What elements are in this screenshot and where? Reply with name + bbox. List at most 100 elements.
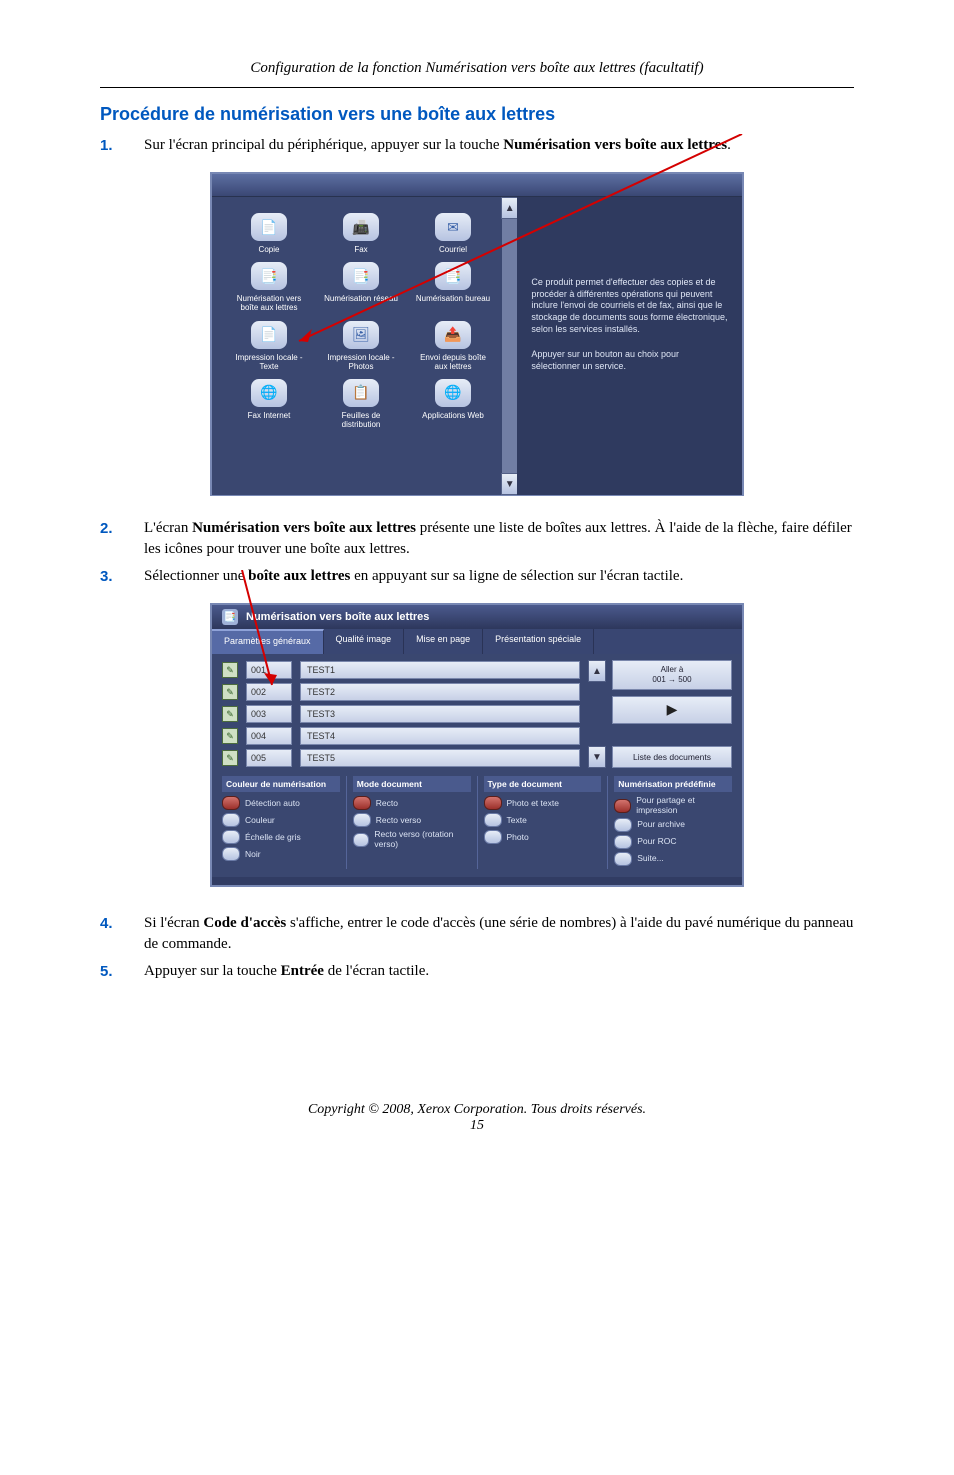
option-button[interactable]: Pour ROC	[614, 835, 732, 849]
option-button[interactable]: Photo	[484, 830, 602, 844]
tab[interactable]: Qualité image	[324, 629, 405, 654]
mailbox-number: 003	[246, 705, 292, 723]
mailbox-icon: ✎	[222, 684, 238, 700]
option-label: Couleur	[245, 816, 275, 825]
service-icon: 📑	[251, 262, 287, 290]
service-button[interactable]: 📤Envoi depuis boîte aux lettres	[414, 321, 492, 371]
mailbox-row[interactable]: ✎005TEST5	[222, 748, 580, 768]
scrollbar[interactable]: ▲ ▼	[502, 197, 517, 495]
option-label: Échelle de gris	[245, 833, 301, 842]
service-icon: 📋	[343, 379, 379, 407]
option-button[interactable]: Photo et texte	[484, 796, 602, 810]
mailbox-list-area: ✎001TEST1✎002TEST2✎003TEST3✎004TEST4✎005…	[212, 654, 742, 772]
tab[interactable]: Présentation spéciale	[483, 629, 594, 654]
service-icon: ✉	[435, 213, 471, 241]
option-button[interactable]: Couleur	[222, 813, 340, 827]
mailbox-number: 001	[246, 661, 292, 679]
option-label: Recto verso (rotation verso)	[374, 830, 470, 849]
option-button[interactable]: Pour archive	[614, 818, 732, 832]
option-label: Photo	[507, 833, 529, 842]
option-group: Couleur de numérisationDétection autoCou…	[216, 776, 346, 869]
tab[interactable]: Paramètres généraux	[212, 629, 324, 654]
option-button[interactable]: Recto verso (rotation verso)	[353, 830, 471, 849]
scroll-down-icon[interactable]: ▼	[588, 746, 606, 768]
service-button[interactable]: 📄Impression locale - Texte	[230, 321, 308, 371]
info-text-2: Appuyer sur un bouton au choix pour séle…	[531, 349, 728, 372]
service-button[interactable]: ✉ Courriel	[414, 213, 492, 254]
mailbox-row[interactable]: ✎002TEST2	[222, 682, 580, 702]
option-button[interactable]: Noir	[222, 847, 340, 861]
option-pill-icon	[353, 796, 371, 810]
step-text: Si l'écran Code d'accès s'affiche, entre…	[144, 913, 854, 955]
option-pill-icon	[222, 830, 240, 844]
service-icon: 📑	[435, 262, 471, 290]
step-text: L'écran Numérisation vers boîte aux lett…	[144, 518, 854, 560]
service-label: Courriel	[439, 245, 467, 254]
service-label: Copie	[259, 245, 280, 254]
option-group: Numérisation prédéfinie Pour partage et i…	[607, 776, 738, 869]
option-button[interactable]: Pour partage et impression	[614, 796, 732, 815]
mailbox-row[interactable]: ✎004TEST4	[222, 726, 580, 746]
step-4: 4. Si l'écran Code d'accès s'affiche, en…	[100, 913, 854, 955]
step-text-run2: de l'écran tactile.	[324, 963, 429, 979]
option-group-heading: Numérisation prédéfinie	[614, 776, 732, 792]
step-text-run: Appuyer sur la touche	[144, 963, 281, 979]
service-button[interactable]: 📋 Feuilles de distribution	[322, 379, 400, 429]
option-pill-icon	[614, 799, 631, 813]
option-button[interactable]: Texte	[484, 813, 602, 827]
service-label: Envoi depuis boîte aux lettres	[414, 353, 492, 371]
info-panel: Ce produit permet d'effectuer des copies…	[517, 197, 742, 495]
option-pill-icon	[614, 835, 632, 849]
step-text-bold: boîte aux lettres	[248, 568, 350, 584]
document-list-button[interactable]: Liste des documents	[612, 746, 732, 768]
option-button[interactable]: Détection auto	[222, 796, 340, 810]
option-group-heading: Mode document	[353, 776, 471, 792]
scroll-up-icon[interactable]: ▲	[501, 197, 518, 219]
option-button[interactable]: Échelle de gris	[222, 830, 340, 844]
service-label: Fax Internet	[248, 411, 291, 420]
goto-button[interactable]: Aller à 001 → 500	[612, 660, 732, 689]
scrollbar[interactable]: ▲ ▼	[588, 660, 604, 768]
service-icon: 📠	[343, 213, 379, 241]
service-label: Impression locale - Texte	[230, 353, 308, 371]
next-button[interactable]: ▶	[612, 696, 732, 724]
service-button[interactable]: 📑 Numérisation vers boîte aux lettres	[230, 262, 308, 312]
option-button[interactable]: Recto	[353, 796, 471, 810]
step-text-run: Si l'écran	[144, 915, 203, 931]
step-2: 2. L'écran Numérisation vers boîte aux l…	[100, 518, 854, 560]
service-button[interactable]: 📑Numérisation réseau	[322, 262, 400, 312]
service-button[interactable]: 📄Copie	[230, 213, 308, 254]
step-number: 2.	[100, 518, 120, 560]
scroll-down-icon[interactable]: ▼	[501, 473, 518, 495]
service-label: Feuilles de distribution	[322, 411, 400, 429]
steps-list: 1. Sur l'écran principal du périphérique…	[100, 135, 854, 156]
mailbox-row[interactable]: ✎001TEST1	[222, 660, 580, 680]
scroll-up-icon[interactable]: ▲	[588, 660, 606, 682]
step-text: Sur l'écran principal du périphérique, a…	[144, 135, 854, 156]
section-heading: Procédure de numérisation vers une boîte…	[100, 104, 854, 125]
service-label: Numérisation bureau	[416, 294, 490, 303]
option-button[interactable]: Suite...	[614, 852, 732, 866]
tabs: Paramètres générauxQualité imageMise en …	[212, 629, 742, 654]
service-button[interactable]: 📠Fax	[322, 213, 400, 254]
service-button[interactable]: 📑 Numérisation bureau	[414, 262, 492, 312]
scan-icon: 📑	[222, 609, 238, 625]
service-label: Impression locale - Photos	[322, 353, 400, 371]
option-label: Pour archive	[637, 820, 685, 829]
service-button[interactable]: 🌐Fax Internet	[230, 379, 308, 429]
info-text: Ce produit permet d'effectuer des copies…	[531, 277, 728, 335]
step-1: 1. Sur l'écran principal du périphérique…	[100, 135, 854, 156]
service-button[interactable]: 🖼Impression locale - Photos	[322, 321, 400, 371]
mailbox-number: 004	[246, 727, 292, 745]
option-button[interactable]: Recto verso	[353, 813, 471, 827]
service-label: Numérisation vers boîte aux lettres	[230, 294, 308, 312]
mailbox-icon: ✎	[222, 706, 238, 722]
option-pill-icon	[222, 847, 240, 861]
service-button[interactable]: 🌐Applications Web	[414, 379, 492, 429]
window-titlebar: 📑 Numérisation vers boîte aux lettres	[212, 605, 742, 629]
step-3: 3. Sélectionner une boîte aux lettres en…	[100, 566, 854, 587]
mailbox-row[interactable]: ✎003TEST3	[222, 704, 580, 724]
option-label: Pour ROC	[637, 837, 676, 846]
tab[interactable]: Mise en page	[404, 629, 483, 654]
steps-list-3: 4. Si l'écran Code d'accès s'affiche, en…	[100, 913, 854, 982]
